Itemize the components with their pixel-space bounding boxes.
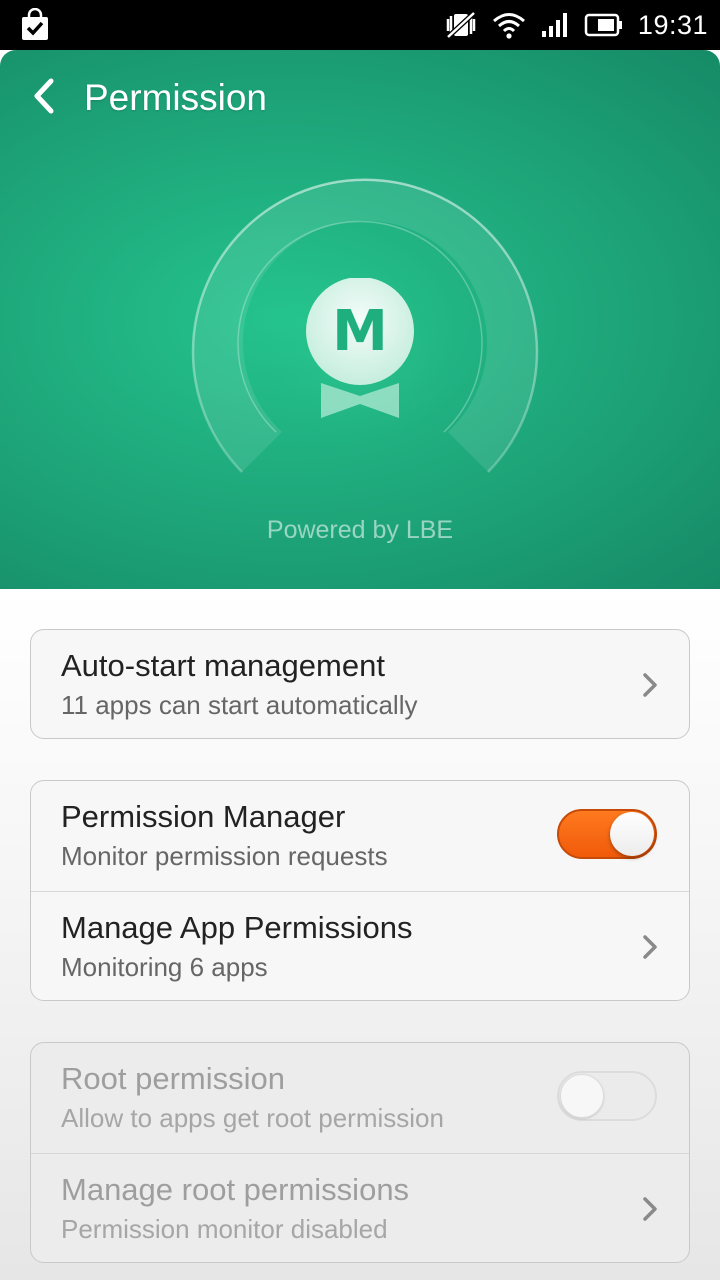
permission-manager-card: Permission Manager Monitor permission re… xyxy=(30,780,690,1001)
permission-header: Permission M Powered by LBE xyxy=(0,50,720,589)
manage-app-permissions-row[interactable]: Manage App Permissions Monitoring 6 apps xyxy=(31,891,689,1000)
battery-icon xyxy=(584,12,624,38)
row-title: Auto-start management xyxy=(61,648,385,683)
permission-manager-toggle[interactable] xyxy=(557,809,657,859)
page-title: Permission xyxy=(84,76,267,118)
chevron-right-icon xyxy=(643,935,657,959)
manage-root-permissions-row[interactable]: Manage root permissions Permission monit… xyxy=(31,1153,689,1262)
vibrate-off-icon xyxy=(444,10,478,40)
root-permission-card: Root permission Allow to apps get root p… xyxy=(30,1042,690,1263)
root-permission-toggle[interactable] xyxy=(557,1071,657,1121)
status-bar: 19:31 xyxy=(0,0,720,50)
toggle-knob xyxy=(560,1074,604,1118)
powered-by-label: Powered by LBE xyxy=(266,516,454,544)
chevron-right-icon xyxy=(643,1197,657,1221)
status-time: 19:31 xyxy=(637,9,708,40)
chevron-left-icon xyxy=(29,76,59,120)
chevron-right-icon xyxy=(643,673,657,697)
settings-content: Auto-start management 11 apps can start … xyxy=(0,589,720,1280)
row-subtitle: Monitoring 6 apps xyxy=(61,952,268,982)
row-subtitle: Monitor permission requests xyxy=(61,841,388,871)
logo-letter: M xyxy=(332,299,388,364)
row-title: Manage root permissions xyxy=(61,1172,410,1207)
root-permission-row: Root permission Allow to apps get root p… xyxy=(31,1043,689,1153)
wifi-icon xyxy=(492,11,526,39)
row-title: Root permission xyxy=(61,1061,285,1096)
auto-start-management-row[interactable]: Auto-start management 11 apps can start … xyxy=(31,630,689,738)
bag-check-icon xyxy=(18,8,52,42)
toggle-knob xyxy=(610,812,654,856)
permission-manager-row: Permission Manager Monitor permission re… xyxy=(31,781,689,891)
row-subtitle: 11 apps can start automatically xyxy=(61,690,418,720)
row-subtitle: Allow to apps get root permission xyxy=(61,1103,444,1133)
row-title: Permission Manager xyxy=(61,799,346,834)
row-subtitle: Permission monitor disabled xyxy=(61,1214,388,1244)
auto-start-card: Auto-start management 11 apps can start … xyxy=(30,629,690,739)
top-bar: Permission xyxy=(0,50,720,145)
row-title: Manage App Permissions xyxy=(61,910,413,945)
signal-icon xyxy=(540,11,570,39)
back-button[interactable] xyxy=(4,50,84,145)
miui-logo: M xyxy=(305,277,415,418)
